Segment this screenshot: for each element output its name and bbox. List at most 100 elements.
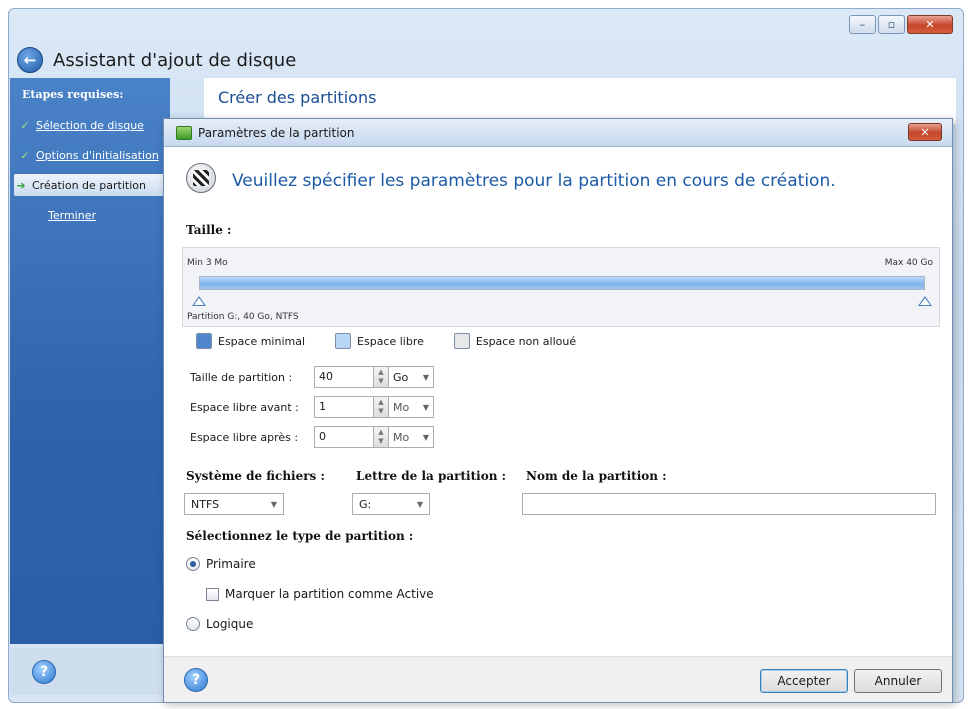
filesystem-select[interactable]: NTFS ▼ [184, 493, 284, 515]
chevron-down-icon: ▼ [270, 499, 277, 509]
legend-free-space: Espace libre [335, 333, 424, 349]
spin-up-icon[interactable]: ▲ [378, 368, 383, 377]
spin-down-icon[interactable]: ▼ [378, 377, 383, 386]
free-after-stepper: 0 ▲ ▼ Mo ▼ [314, 426, 434, 448]
partition-size-unit-select[interactable]: Go ▼ [388, 366, 434, 388]
spin-buttons[interactable]: ▲ ▼ [374, 426, 388, 448]
spin-buttons[interactable]: ▲ ▼ [374, 366, 388, 388]
minimize-button[interactable]: – [849, 15, 876, 34]
spin-up-icon[interactable]: ▲ [378, 428, 383, 437]
partition-type-label: Sélectionnez le type de partition : [186, 529, 414, 543]
partition-name-label: Nom de la partition : [526, 469, 667, 483]
window-controls: – ▫ ✕ [849, 15, 953, 34]
space-legend: Espace minimal Espace libre Espace non a… [196, 333, 606, 349]
size-label: Taille : [186, 223, 232, 237]
sidebar-footer: ? [10, 648, 170, 695]
free-before-stepper: 1 ▲ ▼ Mo ▼ [314, 396, 434, 418]
mark-active-label: Marquer la partition comme Active [225, 587, 434, 601]
sidebar-item-label: Sélection de disque [36, 118, 144, 132]
chevron-down-icon: ▼ [422, 432, 429, 442]
slider-fill [200, 277, 924, 289]
free-after-label: Espace libre après : [190, 430, 299, 444]
help-icon[interactable]: ? [32, 660, 56, 684]
spin-buttons[interactable]: ▲ ▼ [374, 396, 388, 418]
partition-letter-value: G: [359, 497, 372, 511]
partition-size-stepper: 40 ▲ ▼ Go ▼ [314, 366, 434, 388]
legend-label: Espace minimal [218, 334, 306, 348]
unit-value: Go [393, 370, 409, 384]
legend-swatch [335, 333, 352, 349]
dialog-footer: ? Accepter Annuler [164, 656, 952, 702]
slider-max-label: Max 40 Go [884, 258, 933, 268]
logical-radio-label: Logique [206, 617, 254, 631]
free-after-unit-select[interactable]: Mo ▼ [388, 426, 434, 448]
back-arrow-icon[interactable]: ← [17, 47, 43, 73]
sidebar-item-init-options[interactable]: ✓ Options d'initialisation [18, 144, 168, 166]
window-title-row: ← Assistant d'ajout de disque [17, 45, 296, 75]
disk-flag-icon [186, 163, 216, 193]
partition-caption: Partition G:, 40 Go, NTFS [187, 312, 299, 322]
dialog-heading: Veuillez spécifier les paramètres pour l… [232, 171, 836, 191]
partition-settings-dialog: Paramètres de la partition ✕ Veuillez sp… [163, 118, 953, 703]
partition-letter-select[interactable]: G: ▼ [352, 493, 430, 515]
free-before-unit-select[interactable]: Mo ▼ [388, 396, 434, 418]
legend-swatch [453, 333, 470, 349]
chevron-down-icon: ▼ [422, 402, 429, 412]
free-after-row: Espace libre après : 0 ▲ ▼ Mo ▼ [190, 425, 434, 449]
legend-label: Espace libre [357, 334, 424, 348]
size-panel: Min 3 Mo Max 40 Go Partition G:, 40 Go, … [182, 247, 940, 327]
spin-down-icon[interactable]: ▼ [378, 437, 383, 446]
legend-label: Espace non alloué [475, 334, 577, 348]
partition-size-input[interactable]: 40 [314, 366, 374, 388]
dialog-close-button[interactable]: ✕ [908, 123, 942, 141]
legend-unallocated-space: Espace non alloué [453, 333, 577, 349]
logical-radio-row[interactable]: Logique [186, 617, 253, 631]
slider-right-handle[interactable] [918, 296, 932, 306]
legend-minimal-space: Espace minimal [196, 333, 305, 349]
spin-down-icon[interactable]: ▼ [378, 407, 383, 416]
slider-left-handle[interactable] [192, 296, 206, 306]
sidebar-item-partition-creation[interactable]: ➜ Création de partition [14, 174, 170, 196]
steps-header: Etapes requises: [22, 88, 124, 101]
partition-size-slider[interactable] [199, 276, 925, 290]
unit-value: Mo [393, 430, 410, 444]
primary-radio-row[interactable]: Primaire [186, 557, 256, 571]
close-button[interactable]: ✕ [907, 15, 953, 34]
legend-swatch [196, 333, 212, 349]
accept-button[interactable]: Accepter [760, 669, 848, 693]
steps-sidebar: Etapes requises: ✓ Sélection de disque ✓… [10, 78, 170, 644]
page-title: Créer des partitions [218, 88, 377, 107]
primary-radio[interactable] [186, 557, 200, 571]
checkmark-icon: ✓ [20, 118, 30, 132]
partition-size-label: Taille de partition : [190, 370, 293, 384]
primary-radio-label: Primaire [206, 557, 256, 571]
help-icon[interactable]: ? [184, 668, 208, 692]
checkmark-icon: ✓ [20, 148, 30, 162]
active-checkbox-row[interactable]: Marquer la partition comme Active [206, 587, 434, 601]
free-before-label: Espace libre avant : [190, 400, 299, 414]
partition-name-input[interactable] [522, 493, 936, 515]
sidebar-item-label: Options d'initialisation [36, 148, 159, 162]
dialog-titlebar: Paramètres de la partition ✕ [164, 119, 952, 147]
sidebar-item-label: Création de partition [32, 178, 146, 192]
spin-up-icon[interactable]: ▲ [378, 398, 383, 407]
maximize-button[interactable]: ▫ [878, 15, 905, 34]
chevron-down-icon: ▼ [416, 499, 423, 509]
filesystem-label: Système de fichiers : [186, 469, 325, 483]
dialog-title: Paramètres de la partition [198, 125, 355, 140]
partition-size-row: Taille de partition : 40 ▲ ▼ Go ▼ [190, 365, 434, 389]
cancel-button[interactable]: Annuler [854, 669, 942, 693]
partition-letter-label: Lettre de la partition : [356, 469, 507, 483]
logical-radio[interactable] [186, 617, 200, 631]
chevron-down-icon: ▼ [422, 372, 429, 382]
partition-icon [176, 125, 192, 140]
filesystem-value: NTFS [191, 497, 220, 511]
free-before-input[interactable]: 1 [314, 396, 374, 418]
free-before-row: Espace libre avant : 1 ▲ ▼ Mo ▼ [190, 395, 434, 419]
free-after-input[interactable]: 0 [314, 426, 374, 448]
arrow-right-icon: ➜ [16, 178, 26, 192]
mark-active-checkbox[interactable] [206, 587, 219, 601]
sidebar-item-disk-selection[interactable]: ✓ Sélection de disque [18, 114, 168, 136]
window-title: Assistant d'ajout de disque [53, 49, 297, 71]
unit-value: Mo [393, 400, 410, 414]
